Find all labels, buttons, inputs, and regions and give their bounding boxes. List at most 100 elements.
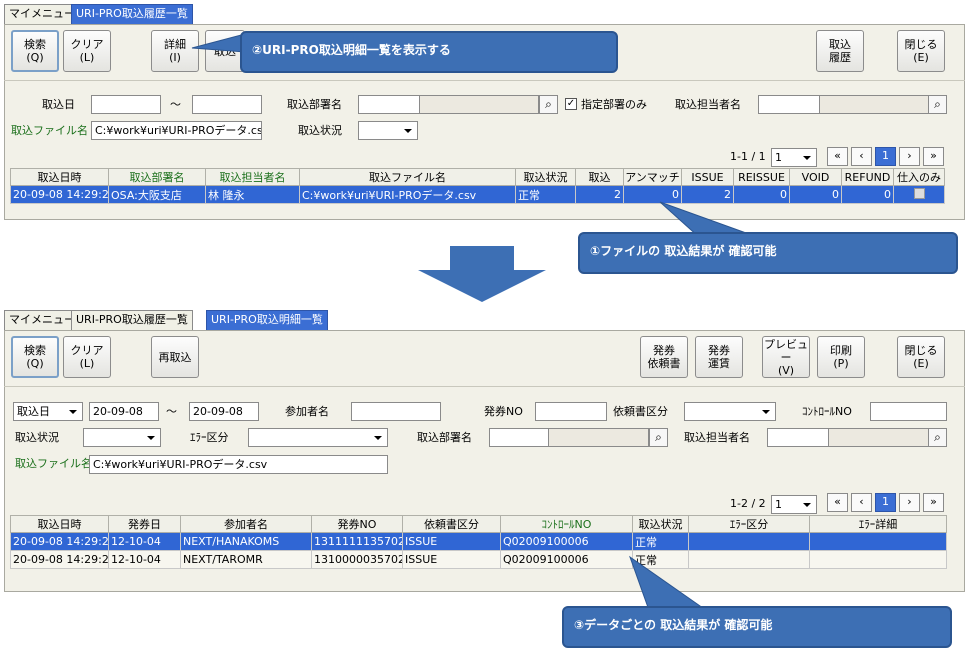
print-button[interactable]: 印刷 (P) — [817, 336, 865, 378]
col-purchase-only[interactable]: 仕入のみ — [893, 168, 945, 186]
col-error-type[interactable]: ｴﾗｰ区分 — [688, 515, 810, 533]
first-page-button[interactable]: « — [827, 147, 848, 166]
purchase-only-checkbox[interactable] — [893, 185, 945, 204]
import-history-button[interactable]: 取込 履歴 — [816, 30, 864, 72]
dept-code-input[interactable] — [489, 428, 549, 447]
ticket-no-input[interactable] — [535, 402, 607, 421]
table-row[interactable]: 20-09-08 14:29:29 12-10-04 NEXT/TAROMR 1… — [10, 550, 947, 569]
date-from-input[interactable] — [91, 95, 161, 114]
tab-import-history[interactable]: URI-PRO取込履歴一覧 — [71, 4, 193, 24]
file-input[interactable]: C:¥work¥uri¥URI-PROデータ.csv — [89, 455, 388, 474]
clear-button[interactable]: クリア (L) — [63, 336, 111, 378]
col-status[interactable]: 取込状況 — [632, 515, 689, 533]
person-search-icon[interactable]: ⌕ — [928, 428, 947, 447]
date-type-select[interactable]: 取込日 — [13, 402, 83, 421]
detail-table: 取込日時 発券日 参加者名 発券NO 依頼書区分 ｺﾝﾄﾛｰﾙNO 取込状況 ｴ… — [10, 515, 947, 569]
search-button[interactable]: 検索 (Q) — [11, 30, 59, 72]
col-request-type[interactable]: 依頼書区分 — [402, 515, 501, 533]
last-page-button[interactable]: » — [923, 147, 944, 166]
person-code-input[interactable] — [767, 428, 829, 447]
col-datetime[interactable]: 取込日時 — [10, 168, 109, 186]
cell: 0 — [789, 185, 842, 204]
reimport-button[interactable]: 再取込 — [151, 336, 199, 378]
close-button[interactable]: 閉じる (E) — [897, 30, 945, 72]
tab-import-history[interactable]: URI-PRO取込履歴一覧 — [71, 310, 193, 330]
col-refund[interactable]: REFUND — [841, 168, 894, 186]
col-error-detail[interactable]: ｴﾗｰ詳細 — [809, 515, 947, 533]
page-select[interactable]: 1 — [771, 495, 817, 514]
issue-fare-label2: 運賃 — [708, 357, 730, 370]
col-participant[interactable]: 参加者名 — [180, 515, 312, 533]
col-issue[interactable]: ISSUE — [681, 168, 734, 186]
col-control-no[interactable]: ｺﾝﾄﾛｰﾙNO — [500, 515, 633, 533]
close-button[interactable]: 閉じる (E) — [897, 336, 945, 378]
cell: 20-09-08 14:29:29 — [10, 185, 109, 204]
current-page[interactable]: 1 — [875, 147, 896, 166]
col-issue-date[interactable]: 発券日 — [108, 515, 181, 533]
col-count[interactable]: 取込 — [575, 168, 624, 186]
cell: 20-09-08 14:29:29 — [10, 550, 109, 569]
cell: ISSUE — [402, 532, 501, 551]
cell: 正常 — [632, 532, 689, 551]
cell: 20-09-08 14:29:29 — [10, 532, 109, 551]
dept-code-input[interactable] — [358, 95, 420, 114]
prev-page-button[interactable]: ‹ — [851, 493, 872, 512]
issue-request-button[interactable]: 発券 依頼書 — [640, 336, 688, 378]
label-ticket-no: 発券NO — [484, 405, 523, 418]
label-participant: 参加者名 — [285, 405, 329, 418]
col-unmatch[interactable]: アンマッチ — [623, 168, 682, 186]
cell: 12-10-04 — [108, 532, 181, 551]
label-import-file: 取込ファイル名 — [11, 124, 88, 137]
col-ticket-no[interactable]: 発券NO — [311, 515, 403, 533]
col-void[interactable]: VOID — [789, 168, 842, 186]
col-reissue[interactable]: REISSUE — [733, 168, 790, 186]
last-page-button[interactable]: » — [923, 493, 944, 512]
current-page[interactable]: 1 — [875, 493, 896, 512]
tab-my-menu[interactable]: マイメニュー — [4, 310, 80, 330]
table-row[interactable]: 20-09-08 14:29:29 OSA:大阪支店 林 隆永 C:¥work¥… — [10, 185, 945, 204]
search-key: (Q) — [26, 51, 44, 64]
cell: 正常 — [515, 185, 576, 204]
person-code-input[interactable] — [758, 95, 820, 114]
date-from-input[interactable]: 20-09-08 — [89, 402, 159, 421]
tab-my-menu[interactable]: マイメニュー — [4, 4, 80, 24]
request-type-select[interactable] — [684, 402, 776, 421]
tab-import-detail[interactable]: URI-PRO取込明細一覧 — [206, 310, 328, 330]
col-dept[interactable]: 取込部署名 — [108, 168, 206, 186]
table-row[interactable]: 20-09-08 14:29:29 12-10-04 NEXT/HANAKOMS… — [10, 532, 947, 551]
detail-key: (I) — [169, 51, 181, 64]
first-page-button[interactable]: « — [827, 493, 848, 512]
label-dept-only: 指定部署のみ — [581, 98, 647, 111]
detail-label: 詳細 — [164, 38, 186, 51]
dept-name-display — [548, 428, 649, 447]
status-select[interactable] — [83, 428, 161, 447]
person-search-icon[interactable]: ⌕ — [928, 95, 947, 114]
page-select[interactable]: 1 — [771, 148, 817, 167]
file-input[interactable]: C:¥work¥uri¥URI-PROデータ.csv — [91, 121, 262, 140]
next-page-button[interactable]: › — [899, 493, 920, 512]
cell: NEXT/TAROMR — [180, 550, 312, 569]
dept-search-icon[interactable]: ⌕ — [649, 428, 668, 447]
paging-info: 1-2 / 2 — [730, 497, 766, 510]
error-type-select[interactable] — [248, 428, 388, 447]
search-button[interactable]: 検索 (Q) — [11, 336, 59, 378]
next-page-button[interactable]: › — [899, 147, 920, 166]
cell: OSA:大阪支店 — [108, 185, 206, 204]
prev-page-button[interactable]: ‹ — [851, 147, 872, 166]
dept-only-checkbox[interactable]: ✓ — [565, 98, 577, 110]
col-person[interactable]: 取込担当者名 — [205, 168, 300, 186]
date-to-input[interactable] — [192, 95, 262, 114]
dept-search-icon[interactable]: ⌕ — [539, 95, 558, 114]
control-no-input[interactable] — [870, 402, 947, 421]
date-to-input[interactable]: 20-09-08 — [189, 402, 259, 421]
clear-button[interactable]: クリア (L) — [63, 30, 111, 72]
table-header: 取込日時 取込部署名 取込担当者名 取込ファイル名 取込状況 取込 アンマッチ … — [10, 168, 945, 186]
col-datetime[interactable]: 取込日時 — [10, 515, 109, 533]
col-status[interactable]: 取込状況 — [515, 168, 576, 186]
dept-name-display — [419, 95, 539, 114]
issue-fare-button[interactable]: 発券 運賃 — [695, 336, 743, 378]
participant-input[interactable] — [351, 402, 441, 421]
col-filename[interactable]: 取込ファイル名 — [299, 168, 516, 186]
preview-button[interactable]: プレビュー (V) — [762, 336, 810, 378]
status-select[interactable] — [358, 121, 418, 140]
